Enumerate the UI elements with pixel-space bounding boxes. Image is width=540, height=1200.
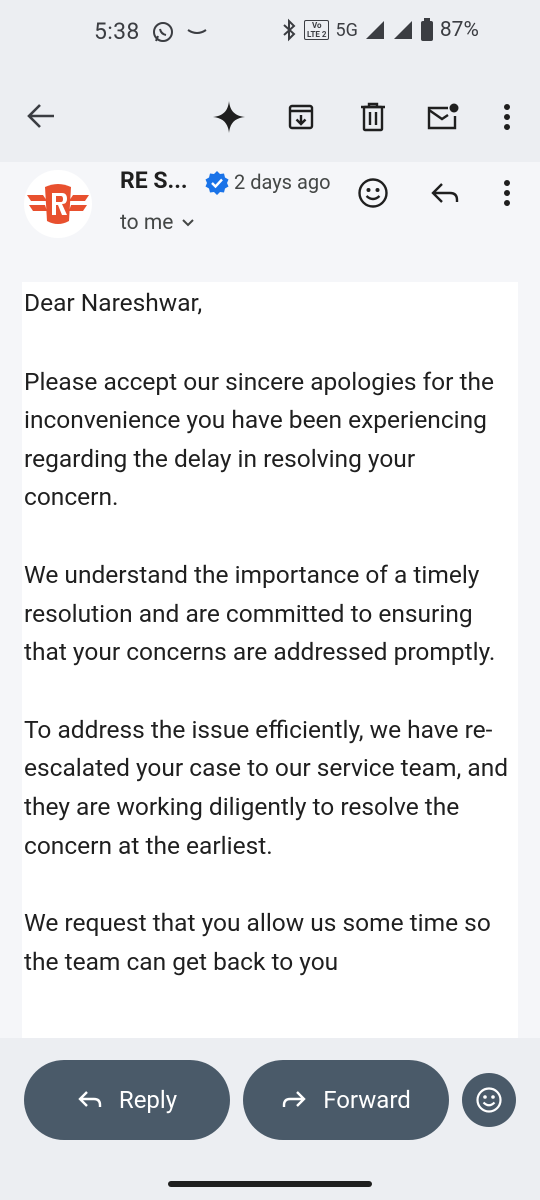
signal-icon xyxy=(365,21,384,39)
mark-unread-icon xyxy=(427,103,459,130)
archive-button[interactable] xyxy=(278,94,324,140)
recipient-toggle[interactable]: to me xyxy=(120,211,195,235)
reply-button[interactable]: Reply xyxy=(24,1060,230,1140)
back-arrow-icon xyxy=(27,104,54,128)
body-paragraph: To address the issue efficiently, we hav… xyxy=(24,714,509,860)
body-paragraph: We understand the importance of a timely… xyxy=(24,559,496,667)
battery-icon xyxy=(420,18,433,41)
reply-icon-button[interactable] xyxy=(422,170,468,216)
chevron-down-icon xyxy=(182,219,195,227)
more-vert-icon xyxy=(504,104,510,130)
volte-icon: Vo LTE 2 xyxy=(304,20,330,40)
gemini-button[interactable] xyxy=(206,94,252,140)
whatsapp-icon xyxy=(153,22,173,42)
message-body: Dear Nareshwar, Please accept our sincer… xyxy=(22,282,518,1042)
emoji-icon xyxy=(476,1087,502,1113)
back-button[interactable] xyxy=(18,96,64,136)
gemini-sparkle-icon xyxy=(213,101,245,133)
network-type: 5G xyxy=(335,19,358,41)
emoji-icon xyxy=(358,178,388,208)
email-more-button[interactable] xyxy=(490,170,524,216)
greeting-text: Dear Nareshwar, xyxy=(24,288,203,317)
reply-icon xyxy=(78,1091,102,1107)
gesture-navigation-bar[interactable] xyxy=(168,1181,372,1187)
forward-button[interactable]: Forward xyxy=(243,1060,449,1140)
more-options-button[interactable] xyxy=(490,94,524,140)
delete-button[interactable] xyxy=(350,94,396,140)
archive-icon xyxy=(288,104,314,130)
bluetooth-icon xyxy=(283,18,296,42)
verified-badge xyxy=(204,170,230,200)
system-status: Vo LTE 2 5G 87% xyxy=(280,18,479,42)
reply-icon xyxy=(431,183,459,203)
amazon-icon xyxy=(187,29,207,34)
delete-icon xyxy=(361,102,385,132)
status-time: 5:38 xyxy=(94,18,140,45)
forward-label: Forward xyxy=(323,1086,411,1114)
emoji-reaction-button[interactable] xyxy=(462,1073,516,1127)
body-paragraph: We request that you allow us some time s… xyxy=(24,908,491,976)
email-date: 2 days ago xyxy=(234,170,331,194)
status-bar: 5:38 Vo LTE 2 5G 87% xyxy=(0,0,540,70)
notification-icons xyxy=(152,20,238,48)
verified-check-icon xyxy=(205,171,229,195)
app-bar xyxy=(0,70,540,162)
sender-name[interactable]: RE S... xyxy=(120,167,188,194)
reply-label: Reply xyxy=(118,1086,178,1114)
signal-icon-2 xyxy=(393,21,412,39)
sender-avatar[interactable] xyxy=(24,170,92,238)
royal-enfield-logo-icon xyxy=(27,184,89,224)
add-reaction-button[interactable] xyxy=(350,170,396,216)
mark-unread-button[interactable] xyxy=(420,94,466,140)
battery-percent: 87% xyxy=(439,18,479,42)
body-paragraph: Please accept our sincere apologies for … xyxy=(24,366,494,512)
more-vert-icon xyxy=(504,180,510,206)
recipient-label: to me xyxy=(120,211,174,235)
forward-icon xyxy=(283,1091,306,1107)
